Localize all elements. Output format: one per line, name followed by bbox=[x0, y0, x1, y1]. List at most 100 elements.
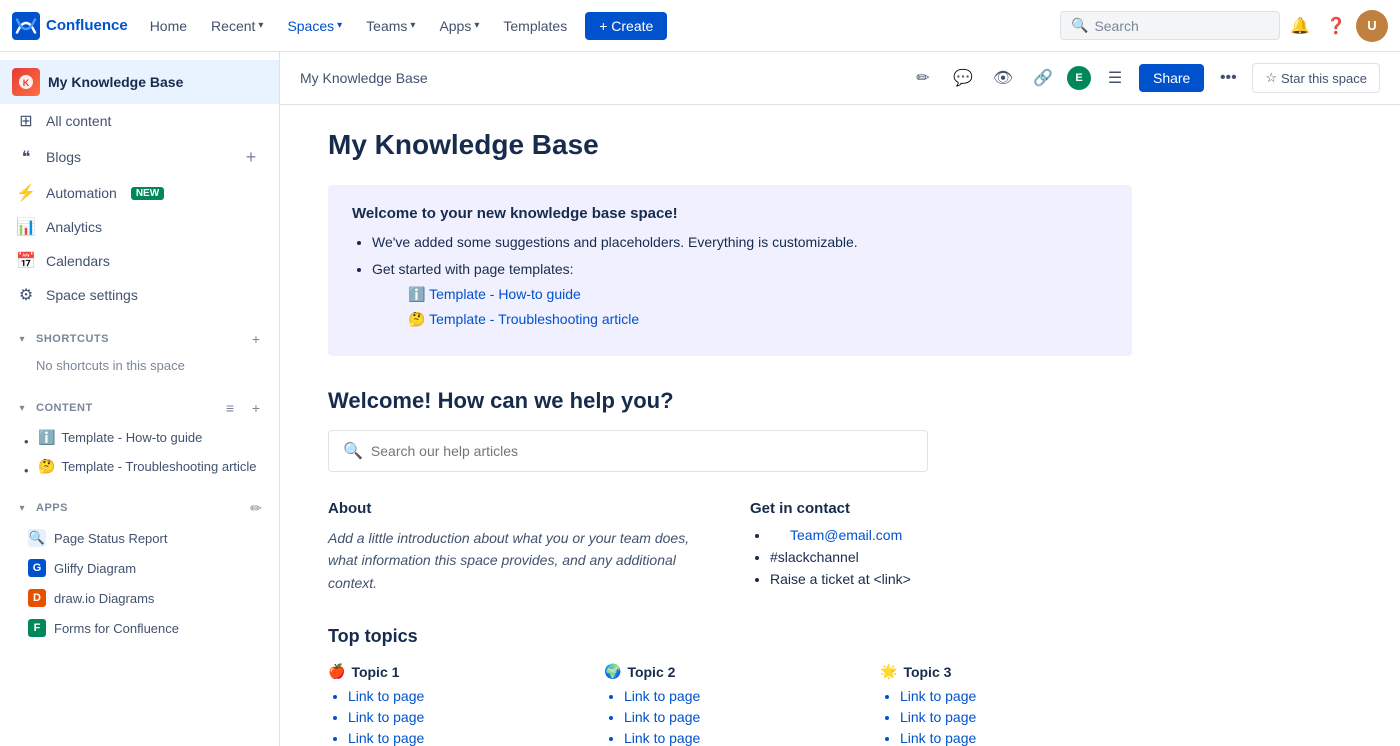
help-section-title: Welcome! How can we help you? bbox=[328, 388, 1132, 414]
create-button[interactable]: + Create bbox=[585, 12, 667, 40]
how-to-icon: ℹ️ bbox=[38, 429, 55, 446]
help-search-box[interactable]: 🔍 bbox=[328, 430, 928, 472]
apps-item-page-status[interactable]: 🔍 Page Status Report bbox=[0, 523, 279, 553]
star-icon: ☆ bbox=[1265, 70, 1277, 86]
topic-1-list: Link to page Link to page Link to page bbox=[348, 688, 580, 746]
topics-grid: 🍎 Topic 1 Link to page Link to page Link… bbox=[328, 663, 1132, 746]
more-options-button[interactable]: ••• bbox=[1212, 62, 1244, 94]
topic-1-link-1[interactable]: Link to page bbox=[348, 688, 580, 704]
comment-button[interactable]: 💬 bbox=[947, 62, 979, 94]
nav-spaces[interactable]: Spaces ▾ bbox=[277, 12, 352, 40]
topic-2-link-1[interactable]: Link to page bbox=[624, 688, 856, 704]
nav-home[interactable]: Home bbox=[140, 12, 197, 40]
welcome-bullet-1: We've added some suggestions and placeho… bbox=[372, 232, 1108, 253]
edit-apps-button[interactable]: ✏ bbox=[245, 497, 267, 519]
list-view-button[interactable]: ☰ bbox=[1099, 62, 1131, 94]
topics-title: Top topics bbox=[328, 626, 1132, 647]
sort-content-button[interactable]: ≡ bbox=[219, 397, 241, 419]
chevron-down-icon: ▾ bbox=[337, 20, 342, 31]
logo[interactable]: Confluence bbox=[12, 12, 128, 40]
bullet-icon: • bbox=[24, 434, 32, 442]
welcome-template-1[interactable]: ℹ️ Template - How-to guide bbox=[408, 284, 1108, 305]
apps-item-drawio[interactable]: D draw.io Diagrams bbox=[0, 583, 279, 613]
add-blog-button[interactable]: + bbox=[239, 145, 263, 169]
sidebar-item-blogs[interactable]: ❝ Blogs + bbox=[0, 138, 279, 176]
content-item-troubleshooting[interactable]: • 🤔 Template - Troubleshooting article bbox=[0, 452, 279, 481]
edit-button[interactable]: ✏ bbox=[907, 62, 939, 94]
no-shortcuts-text: No shortcuts in this space bbox=[0, 354, 279, 381]
sidebar-item-automation[interactable]: ⚡ Automation NEW bbox=[0, 176, 279, 210]
calendar-icon: 📅 bbox=[16, 251, 36, 271]
chevron-down-icon: ▾ bbox=[410, 20, 415, 31]
topic-3-link-2[interactable]: Link to page bbox=[900, 709, 1132, 725]
sidebar-item-all-content[interactable]: ⊞ All content bbox=[0, 104, 279, 138]
about-contact-section: About Add a little introduction about wh… bbox=[328, 500, 1132, 594]
content-toggle[interactable]: ▾ bbox=[12, 398, 32, 418]
email-link[interactable]: Team@email.com bbox=[790, 527, 902, 543]
add-shortcut-button[interactable]: + bbox=[245, 328, 267, 350]
topic-3-column: 🌟 Topic 3 Link to page Link to page Link… bbox=[880, 663, 1132, 746]
shortcuts-toggle[interactable]: ▾ bbox=[12, 329, 32, 349]
topic-2-link-2[interactable]: Link to page bbox=[624, 709, 856, 725]
topic-1-header: 🍎 Topic 1 bbox=[328, 663, 580, 680]
main-content: My Knowledge Base ✏ 💬 👁 🔗 E ☰ Share ••• … bbox=[280, 52, 1400, 746]
global-search[interactable]: 🔍 Search bbox=[1060, 11, 1280, 40]
topic-2-column: 🌍 Topic 2 Link to page Link to page Link… bbox=[604, 663, 856, 746]
add-content-button[interactable]: + bbox=[245, 397, 267, 419]
svg-text:K: K bbox=[23, 78, 30, 88]
welcome-box: Welcome to your new knowledge base space… bbox=[328, 185, 1132, 356]
welcome-bullet-2: Get started with page templates: ℹ️ Temp… bbox=[372, 259, 1108, 330]
copy-link-button[interactable]: 🔗 bbox=[1027, 62, 1059, 94]
topic-1-link-3[interactable]: Link to page bbox=[348, 730, 580, 746]
topic-3-link-1[interactable]: Link to page bbox=[900, 688, 1132, 704]
topic-1-icon: 🍎 bbox=[328, 663, 345, 680]
about-title: About bbox=[328, 500, 710, 517]
contact-list: Team@email.com #slackchannel Raise a tic… bbox=[770, 527, 1132, 587]
topic-2-icon: 🌍 bbox=[604, 663, 621, 680]
template-how-to-link[interactable]: Template - How-to guide bbox=[429, 286, 581, 302]
contact-item-ticket: Raise a ticket at <link> bbox=[770, 571, 1132, 587]
topic-3-icon: 🌟 bbox=[880, 663, 897, 680]
page-status-icon: 🔍 bbox=[28, 529, 46, 547]
topic-3-link-3[interactable]: Link to page bbox=[900, 730, 1132, 746]
analytics-icon: 📊 bbox=[16, 217, 36, 237]
page-body: My Knowledge Base Welcome to your new kn… bbox=[280, 105, 1180, 746]
topic-2-header: 🌍 Topic 2 bbox=[604, 663, 856, 680]
contact-item-slack: #slackchannel bbox=[770, 549, 1132, 565]
topic-1-link-2[interactable]: Link to page bbox=[348, 709, 580, 725]
nav-recent[interactable]: Recent ▾ bbox=[201, 12, 273, 40]
troubleshooting-icon: 🤔 bbox=[38, 458, 55, 475]
page-header-bar: My Knowledge Base ✏ 💬 👁 🔗 E ☰ Share ••• … bbox=[280, 52, 1400, 105]
chevron-down-icon: ▾ bbox=[258, 20, 263, 31]
apps-toggle[interactable]: ▾ bbox=[12, 498, 32, 518]
forms-icon: F bbox=[28, 619, 46, 637]
breadcrumb: My Knowledge Base bbox=[300, 70, 428, 86]
sidebar-item-analytics[interactable]: 📊 Analytics bbox=[0, 210, 279, 244]
blog-icon: ❝ bbox=[16, 147, 36, 167]
shortcuts-section-header: ▾ SHORTCUTS + bbox=[0, 320, 279, 354]
contact-item-email: Team@email.com bbox=[770, 527, 1132, 543]
about-column: About Add a little introduction about wh… bbox=[328, 500, 710, 594]
topic-2-link-3[interactable]: Link to page bbox=[624, 730, 856, 746]
sidebar-item-space-settings[interactable]: ⚙ Space settings bbox=[0, 278, 279, 312]
star-space-button[interactable]: ☆ Star this space bbox=[1252, 63, 1380, 93]
nav-teams[interactable]: Teams ▾ bbox=[356, 12, 425, 40]
sidebar-space-title[interactable]: K My Knowledge Base bbox=[0, 60, 279, 104]
welcome-template-2[interactable]: 🤔 Template - Troubleshooting article bbox=[408, 309, 1108, 330]
help-button[interactable]: ❓ bbox=[1320, 10, 1352, 42]
watch-button[interactable]: 👁 bbox=[987, 62, 1019, 94]
user-avatar[interactable]: U bbox=[1356, 10, 1388, 42]
share-button[interactable]: Share bbox=[1139, 64, 1204, 92]
notifications-button[interactable]: 🔔 bbox=[1284, 10, 1316, 42]
grid-icon: ⊞ bbox=[16, 111, 36, 131]
template-troubleshooting-link[interactable]: Template - Troubleshooting article bbox=[429, 311, 639, 327]
apps-item-forms[interactable]: F Forms for Confluence bbox=[0, 613, 279, 643]
nav-templates[interactable]: Templates bbox=[493, 12, 577, 40]
apps-item-gliffy[interactable]: G Gliffy Diagram bbox=[0, 553, 279, 583]
new-badge: NEW bbox=[131, 187, 164, 200]
help-search-input[interactable] bbox=[371, 443, 913, 459]
nav-apps[interactable]: Apps ▾ bbox=[429, 12, 489, 40]
content-item-how-to[interactable]: • ℹ️ Template - How-to guide bbox=[0, 423, 279, 452]
gliffy-icon: G bbox=[28, 559, 46, 577]
sidebar-item-calendars[interactable]: 📅 Calendars bbox=[0, 244, 279, 278]
